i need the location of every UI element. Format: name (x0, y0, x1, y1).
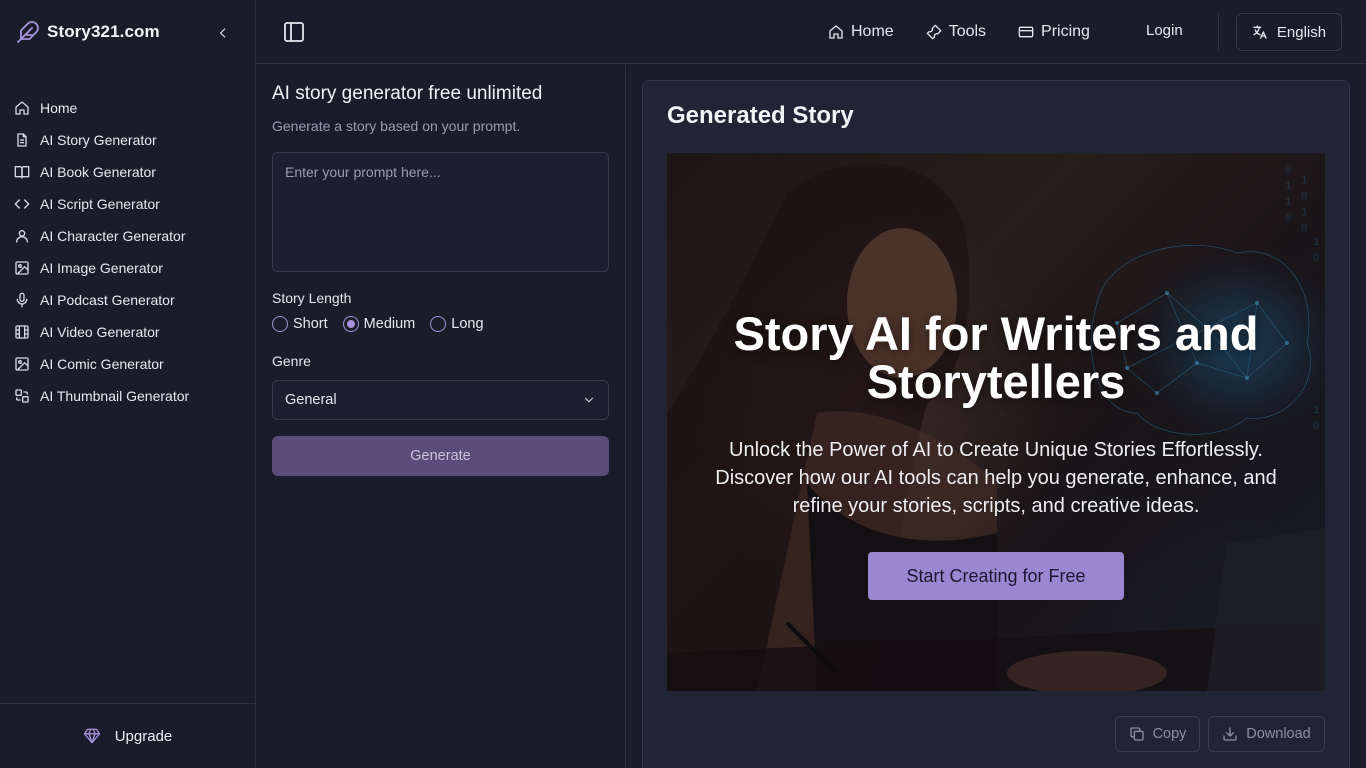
sidebar-item-label: AI Character Generator (40, 228, 186, 244)
sidebar-item-podcast-generator[interactable]: AI Podcast Generator (0, 284, 255, 316)
prompt-input[interactable] (272, 152, 609, 272)
home-icon (14, 100, 30, 116)
download-label: Download (1246, 726, 1311, 742)
image-icon (14, 260, 30, 276)
top-bar: Home Tools Pricing Login English (256, 0, 1366, 64)
diamond-icon (83, 727, 101, 745)
hero-heading: Story AI for Writers and Storytellers (733, 307, 1259, 408)
translate-icon (1252, 24, 1268, 40)
language-label: English (1276, 23, 1327, 41)
document-icon (14, 132, 30, 148)
form-title: AI story generator free unlimited (272, 83, 543, 104)
copy-button[interactable]: Copy (1115, 716, 1200, 752)
sidebar-item-label: Home (40, 100, 78, 116)
radio-button[interactable] (272, 316, 288, 332)
sidebar-item-label: AI Script Generator (40, 196, 160, 212)
sidebar-item-book-generator[interactable]: AI Book Generator (0, 156, 255, 188)
brand[interactable]: Story321.com (16, 20, 160, 44)
length-option-short[interactable]: Short (272, 316, 328, 332)
start-creating-button[interactable]: Start Creating for Free (868, 552, 1124, 600)
sidebar-item-story-generator[interactable]: AI Story Generator (0, 124, 255, 156)
generator-form: AI story generator free unlimited Genera… (256, 65, 626, 768)
sidebar-item-video-generator[interactable]: AI Video Generator (0, 316, 255, 348)
radio-label: Short (293, 316, 328, 332)
generate-button[interactable]: Generate (272, 436, 609, 476)
sidebar: Story321.com Home AI Story Generator AI … (0, 0, 256, 768)
sidebar-item-character-generator[interactable]: AI Character Generator (0, 220, 255, 252)
nav-home[interactable]: Home (828, 23, 894, 41)
generated-story-card: Generated Story 0 1 1 0 1 0 1 0 1 0 1 0 … (642, 80, 1350, 768)
length-option-medium[interactable]: Medium (342, 316, 416, 332)
radio-button-selected[interactable] (342, 316, 359, 332)
home-icon (828, 24, 844, 40)
image-icon (14, 356, 30, 372)
sidebar-item-comic-generator[interactable]: AI Comic Generator (0, 348, 255, 380)
hero-description: Unlock the Power of AI to Create Unique … (715, 439, 1277, 517)
microphone-icon (14, 292, 30, 308)
download-icon (1222, 726, 1238, 742)
radio-button[interactable] (430, 316, 447, 332)
nav-pricing-label: Pricing (1041, 23, 1090, 40)
sidebar-item-label: AI Comic Generator (40, 356, 164, 372)
nav-tools[interactable]: Tools (926, 23, 986, 41)
sidebar-item-label: AI Image Generator (40, 260, 163, 276)
story-length-label: Story Length (272, 290, 352, 306)
sidebar-item-label: AI Video Generator (40, 324, 160, 340)
sidebar-item-label: AI Book Generator (40, 164, 156, 180)
upgrade-button[interactable]: Upgrade (0, 703, 255, 768)
login-link[interactable]: Login (1146, 22, 1183, 39)
sidebar-item-label: AI Story Generator (40, 132, 157, 148)
radio-label: Long (451, 316, 484, 332)
sidebar-item-script-generator[interactable]: AI Script Generator (0, 188, 255, 220)
chevron-down-icon (582, 393, 596, 407)
collapse-sidebar-button[interactable] (212, 22, 234, 44)
story-length-radio-group: Short Medium Long (272, 316, 499, 332)
hero-banner: 0110 1010 1010 Story AI for Writers and … (667, 153, 1325, 691)
topbar-divider (1218, 14, 1219, 50)
genre-label: Genre (272, 353, 311, 369)
sidebar-item-home[interactable]: Home (0, 92, 255, 124)
credit-card-icon (1018, 24, 1034, 40)
nav-home-label: Home (851, 23, 894, 40)
card-title: Generated Story (667, 102, 854, 129)
download-button[interactable]: Download (1208, 716, 1325, 752)
code-icon (14, 196, 30, 212)
nav-pricing[interactable]: Pricing (1018, 23, 1090, 41)
feather-icon (16, 20, 40, 44)
sidebar-panel-icon (282, 20, 306, 44)
thumbnail-icon (14, 388, 30, 404)
hero-overlay (667, 153, 1325, 691)
sidebar-item-label: AI Podcast Generator (40, 292, 175, 308)
sidebar-item-label: AI Thumbnail Generator (40, 388, 190, 404)
upgrade-label: Upgrade (114, 727, 173, 745)
copy-icon (1129, 726, 1145, 742)
sidebar-item-thumbnail-generator[interactable]: AI Thumbnail Generator (0, 380, 255, 412)
radio-label: Medium (363, 316, 416, 332)
brand-name: Story321.com (47, 22, 160, 41)
nav-tools-label: Tools (948, 23, 987, 40)
book-icon (14, 164, 30, 180)
copy-label: Copy (1152, 726, 1187, 742)
language-button[interactable]: English (1236, 13, 1342, 51)
wrench-icon (926, 24, 942, 40)
film-icon (14, 324, 30, 340)
user-icon (14, 228, 30, 244)
chevron-left-icon (216, 26, 230, 40)
length-option-long[interactable]: Long (430, 316, 484, 332)
toggle-panel-button[interactable] (282, 20, 306, 44)
form-subtitle: Generate a story based on your prompt. (272, 118, 521, 134)
genre-value: General (285, 392, 337, 408)
sidebar-item-image-generator[interactable]: AI Image Generator (0, 252, 255, 284)
genre-select[interactable]: General (272, 380, 609, 420)
top-nav: Home Tools Pricing (828, 20, 1122, 44)
sidebar-nav: Home AI Story Generator AI Book Generato… (0, 92, 255, 412)
